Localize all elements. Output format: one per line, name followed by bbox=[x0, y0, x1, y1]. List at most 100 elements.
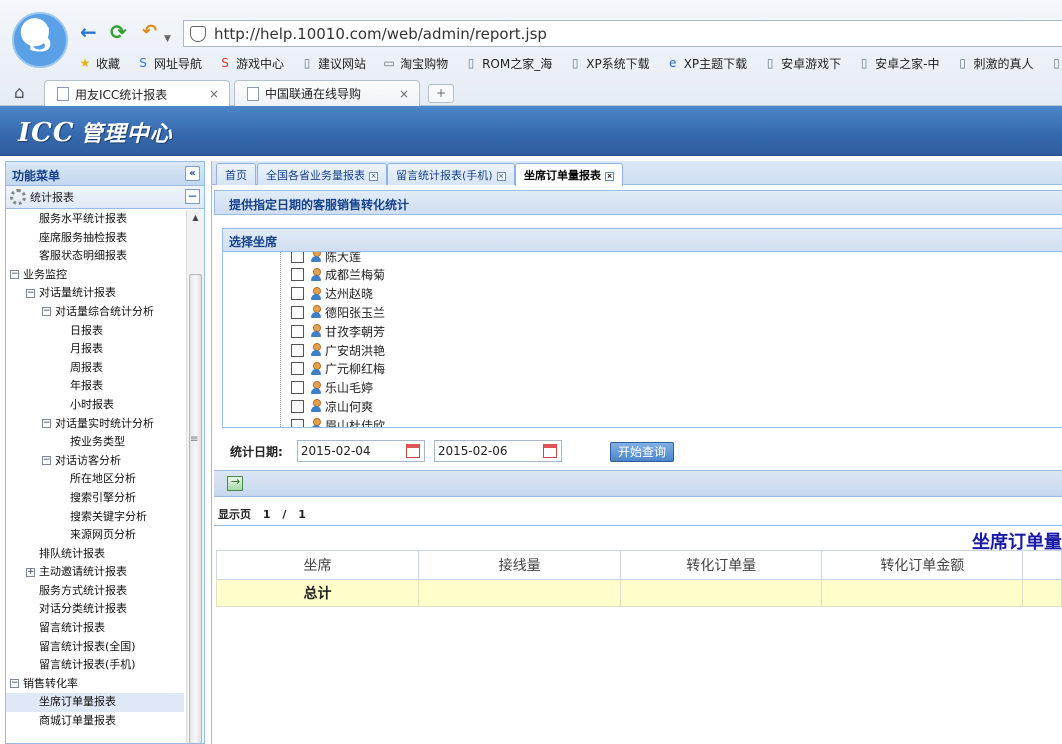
seat-checkbox[interactable] bbox=[291, 287, 304, 301]
calendar-icon[interactable] bbox=[405, 444, 420, 458]
tree-item[interactable]: 留言统计报表(手机) bbox=[6, 656, 184, 675]
seat-item[interactable]: 成都兰梅菊 bbox=[291, 266, 385, 284]
bookmark-item[interactable]: S 网址导航 bbox=[136, 55, 202, 72]
browser-tab-icc[interactable]: 用友ICC统计报表 × bbox=[44, 80, 230, 107]
close-icon[interactable]: × bbox=[605, 172, 614, 181]
refresh-icon[interactable]: ⟳ bbox=[110, 20, 127, 44]
home-icon[interactable]: ⌂ bbox=[14, 83, 25, 103]
seat-checkbox[interactable] bbox=[291, 343, 304, 357]
bookmark-item[interactable]: ★ 收藏 bbox=[78, 55, 120, 72]
bookmark-item[interactable]: e XP主题下载 bbox=[666, 55, 747, 72]
tree-item[interactable]: 商城订单量报表 bbox=[6, 712, 184, 731]
bookmark-item[interactable]: ▭ 淘宝购物 bbox=[382, 55, 448, 72]
start-query-button[interactable]: 开始查询 bbox=[610, 442, 674, 462]
tree-item[interactable]: 排队统计报表 bbox=[6, 545, 184, 564]
tree-item[interactable]: − 对话量综合统计分析 bbox=[6, 303, 184, 322]
seat-checkbox[interactable] bbox=[291, 252, 304, 263]
tree-item[interactable]: 留言统计报表 bbox=[6, 619, 184, 638]
back-arrow-icon[interactable]: ← bbox=[80, 20, 97, 44]
tree-item[interactable]: 年报表 bbox=[6, 377, 184, 396]
browser-logo-icon[interactable]: S bbox=[12, 12, 68, 68]
content-tab[interactable]: 坐席订单量报表 × bbox=[515, 163, 623, 186]
tree-item[interactable]: 搜索关键字分析 bbox=[6, 508, 184, 527]
tree-item[interactable]: 小时报表 bbox=[6, 396, 184, 415]
seat-checkbox[interactable] bbox=[291, 418, 304, 427]
address-bar[interactable]: http://help.10010.com/web/admin/report.j… bbox=[183, 20, 1062, 47]
seat-item[interactable]: 广元柳红梅 bbox=[291, 360, 385, 378]
scrollbar-thumb[interactable] bbox=[189, 274, 202, 743]
tree-item[interactable]: − 对话量统计报表 bbox=[6, 284, 184, 303]
new-tab-button[interactable]: + bbox=[428, 84, 454, 103]
tree-item[interactable]: 所在地区分析 bbox=[6, 470, 184, 489]
collapse-sidebar-button[interactable]: « bbox=[185, 166, 200, 181]
scroll-up-icon[interactable]: ▲ bbox=[187, 210, 204, 226]
close-icon[interactable]: × bbox=[399, 87, 409, 101]
bookmark-item[interactable]: ▯电视网 bbox=[1050, 55, 1062, 72]
content-tab[interactable]: 留言统计报表(手机) × bbox=[387, 163, 515, 185]
collapse-icon[interactable]: − bbox=[42, 419, 51, 429]
start-date-field[interactable]: 2015-02-04 bbox=[296, 440, 425, 462]
seat-item[interactable]: 广安胡洪艳 bbox=[291, 341, 385, 359]
table-header-row: 坐席 接线量 转化订单量 转化订单金额 bbox=[215, 550, 1062, 580]
tree-item[interactable]: − 销售转化率 bbox=[6, 675, 184, 694]
bookmark-item[interactable]: ▯ XP系统下载 bbox=[568, 55, 650, 72]
tree-item[interactable]: 留言统计报表(全国) bbox=[6, 638, 184, 657]
seat-item[interactable]: 凉山何爽 bbox=[291, 397, 373, 415]
seat-checkbox[interactable] bbox=[291, 381, 304, 395]
expand-icon[interactable]: + bbox=[26, 567, 35, 577]
browser-tab-unicom[interactable]: 中国联通在线导购 × bbox=[234, 80, 420, 106]
seat-item[interactable]: 德阳张玉兰 bbox=[291, 303, 385, 321]
bookmark-item[interactable]: ▯ 建议网站 bbox=[300, 55, 366, 72]
bookmark-item[interactable]: ▯ ROM之家_海 bbox=[464, 55, 552, 72]
tree-item[interactable]: − 对话访客分析 bbox=[6, 452, 184, 471]
seat-item[interactable]: 眉山杜佳欣 bbox=[291, 416, 385, 427]
seat-item[interactable]: 达州赵晓 bbox=[291, 285, 373, 303]
url-text[interactable]: http://help.10010.com/web/admin/report.j… bbox=[214, 25, 547, 43]
tree-item[interactable]: 对话分类统计报表 bbox=[6, 600, 184, 619]
tree-item[interactable]: 搜索引擎分析 bbox=[6, 489, 184, 508]
calendar-icon[interactable] bbox=[542, 444, 557, 458]
seat-checkbox[interactable] bbox=[291, 324, 304, 338]
tree-item[interactable]: 坐席订单量报表 bbox=[6, 693, 184, 713]
section-toggle-button[interactable]: − bbox=[185, 189, 200, 204]
tree-item[interactable]: 周报表 bbox=[6, 359, 184, 378]
seat-item[interactable]: 乐山毛婷 bbox=[291, 379, 373, 397]
tree-item[interactable]: 座席服务抽检报表 bbox=[6, 229, 184, 248]
close-icon[interactable]: × bbox=[496, 172, 506, 181]
content-tab[interactable]: 全国各省业务量报表 × bbox=[257, 163, 387, 185]
bookmark-item[interactable]: ▯ 安卓之家-中 bbox=[857, 55, 940, 72]
chevron-down-icon[interactable]: ▼ bbox=[164, 27, 171, 51]
seat-checkbox[interactable] bbox=[291, 399, 304, 413]
tree-item[interactable]: − 对话量实时统计分析 bbox=[6, 415, 184, 434]
tree-item[interactable]: + 主动邀请统计报表 bbox=[6, 563, 184, 582]
close-icon[interactable]: × bbox=[209, 87, 219, 101]
stat-report-section-header[interactable]: 统计报表 − bbox=[6, 186, 204, 209]
tree-item[interactable]: 服务水平统计报表 bbox=[6, 210, 184, 229]
tree-item[interactable]: 来源网页分析 bbox=[6, 526, 184, 545]
content-tab[interactable]: 首页 bbox=[216, 163, 256, 185]
bookmark-item[interactable]: S 游戏中心 bbox=[218, 55, 284, 72]
seat-checkbox[interactable] bbox=[291, 268, 304, 282]
collapse-icon[interactable]: − bbox=[42, 456, 51, 466]
seat-checkbox[interactable] bbox=[291, 362, 304, 376]
collapse-icon[interactable]: − bbox=[10, 270, 19, 280]
tree-item[interactable]: 客服状态明细报表 bbox=[6, 247, 184, 266]
close-icon[interactable]: × bbox=[369, 172, 378, 181]
collapse-icon[interactable]: − bbox=[10, 679, 19, 689]
collapse-icon[interactable]: − bbox=[42, 307, 51, 317]
tree-item[interactable]: 按业务类型 bbox=[6, 433, 184, 452]
bookmark-item[interactable]: ▯ 安卓游戏下 bbox=[763, 55, 841, 72]
tree-item[interactable]: 服务方式统计报表 bbox=[6, 582, 184, 601]
tree-item[interactable]: − 业务监控 bbox=[6, 266, 184, 285]
tree-item[interactable]: 月报表 bbox=[6, 340, 184, 359]
seat-checkbox[interactable] bbox=[291, 305, 304, 319]
end-date-field[interactable]: 2015-02-06 bbox=[433, 440, 562, 462]
export-icon[interactable] bbox=[227, 475, 243, 491]
bookmark-item[interactable]: ▯ 刺激的真人 bbox=[956, 55, 1033, 72]
undo-icon[interactable]: ↶ bbox=[142, 20, 157, 44]
seat-item[interactable]: 甘孜李朝芳 bbox=[291, 322, 385, 340]
sidebar-scrollbar[interactable]: ▲ ≡ bbox=[186, 210, 204, 743]
collapse-icon[interactable]: − bbox=[26, 288, 35, 298]
seat-item[interactable]: 陈大莲 bbox=[291, 252, 361, 265]
tree-item[interactable]: 日报表 bbox=[6, 322, 184, 341]
